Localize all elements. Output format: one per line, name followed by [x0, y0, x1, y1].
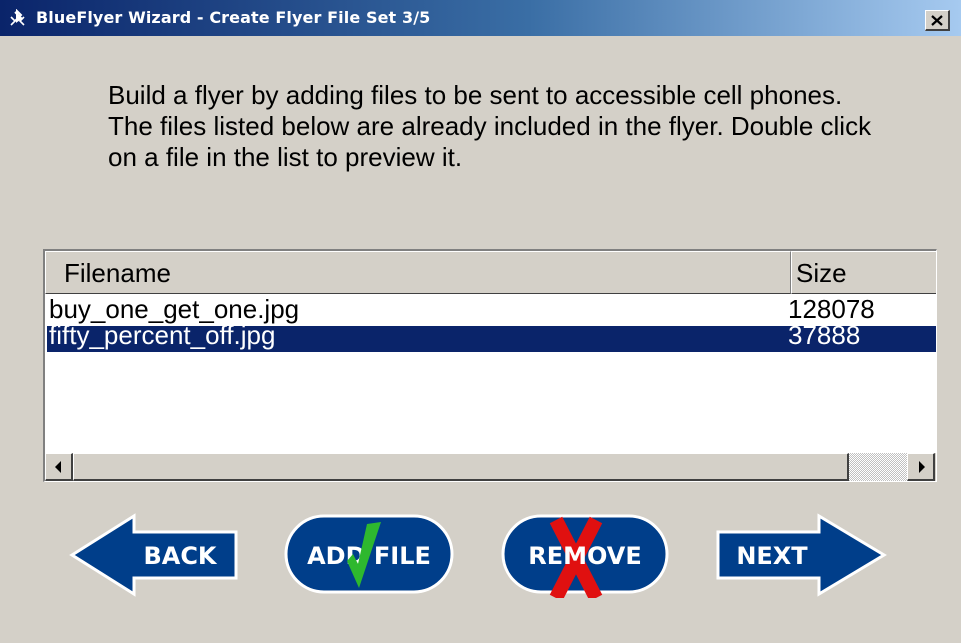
scroll-track[interactable]: [849, 453, 907, 481]
scroll-right-button[interactable]: [907, 453, 935, 481]
horizontal-scrollbar[interactable]: [45, 453, 936, 481]
back-button-label: BACK: [143, 542, 217, 570]
next-button[interactable]: NEXT: [714, 512, 892, 598]
right-arrow-icon: [918, 460, 925, 473]
list-header: Filename Size: [45, 251, 936, 294]
column-header-size[interactable]: Size: [791, 251, 936, 294]
table-row-selected[interactable]: fifty_percent_off.jpg 37888: [47, 322, 936, 352]
scroll-thumb[interactable]: [73, 453, 849, 481]
back-button[interactable]: BACK: [68, 512, 243, 598]
file-name: buy_one_get_one.jpg: [49, 294, 300, 324]
close-button[interactable]: [925, 10, 950, 31]
bluetooth-icon: [10, 9, 25, 26]
close-icon: [931, 14, 943, 26]
remove-button[interactable]: REMOVE: [500, 512, 675, 598]
next-button-label: NEXT: [736, 542, 808, 570]
left-arrow-icon: [54, 460, 61, 473]
window-title: BlueFlyer Wizard - Create Flyer File Set…: [36, 8, 431, 27]
instruction-text: Build a flyer by adding files to be sent…: [108, 80, 872, 172]
column-header-filename[interactable]: Filename: [45, 251, 791, 294]
file-size: 128078: [788, 294, 875, 324]
remove-button-label: REMOVE: [528, 542, 641, 570]
add-file-button[interactable]: ADD FILE: [283, 512, 458, 598]
scroll-left-button[interactable]: [45, 453, 73, 481]
title-bar: BlueFlyer Wizard - Create Flyer File Set…: [0, 0, 961, 36]
file-name: fifty_percent_off.jpg: [49, 320, 276, 350]
file-size: 37888: [788, 320, 861, 350]
file-list[interactable]: Filename Size buy_one_get_one.jpg 128078…: [43, 249, 937, 482]
